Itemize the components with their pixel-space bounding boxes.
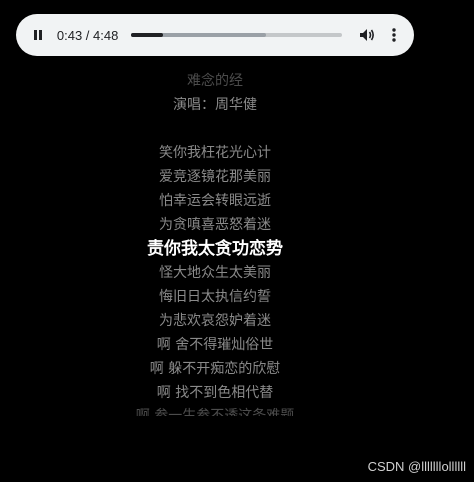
lyric-line: 笑你我枉花光心计 — [159, 145, 271, 161]
lyric-line: 啊 躲不开痴恋的欣慰 — [149, 361, 281, 377]
lyric-line: 为悲欢哀怨妒着迷 — [159, 313, 271, 329]
lyric-line: 啊 舍不得璀灿俗世 — [156, 337, 274, 353]
lyrics-panel: 难念的经 演唱：周华健 笑你我枉花光心计 爱竞逐镜花那美丽 怕幸运会转眼远逝 为… — [0, 62, 430, 416]
audio-player: 0:43 / 4:48 — [16, 14, 414, 56]
csdn-watermark: CSDN @lllllllollllll — [367, 459, 466, 474]
played-bar — [131, 33, 163, 37]
lyric-line: 啊 参一生参不透这条难题 — [135, 408, 295, 416]
lyrics-singer: 演唱：周华健 — [173, 97, 257, 113]
lyrics-title: 难念的经 — [187, 73, 243, 89]
lyric-line: 怪大地众生太美丽 — [159, 265, 271, 281]
time-display: 0:43 / 4:48 — [56, 27, 119, 43]
kebab-menu-icon — [391, 28, 396, 42]
volume-button[interactable] — [356, 24, 377, 46]
volume-icon — [359, 29, 374, 41]
pause-button[interactable] — [28, 24, 49, 46]
more-options-button[interactable] — [383, 24, 404, 46]
lyric-line: 悔旧日太执信约誓 — [159, 289, 271, 305]
lyric-line-active: 责你我太贪功恋势 — [147, 239, 283, 259]
lyric-line: 爱竞逐镜花那美丽 — [159, 169, 271, 185]
lyric-line: 为贪嗔喜恶怒着迷 — [159, 217, 271, 233]
lyric-line: 啊 找不到色相代替 — [156, 385, 274, 401]
seek-slider[interactable] — [131, 33, 343, 37]
pause-icon — [34, 30, 43, 40]
lyric-line: 怕幸运会转眼远逝 — [159, 193, 271, 209]
